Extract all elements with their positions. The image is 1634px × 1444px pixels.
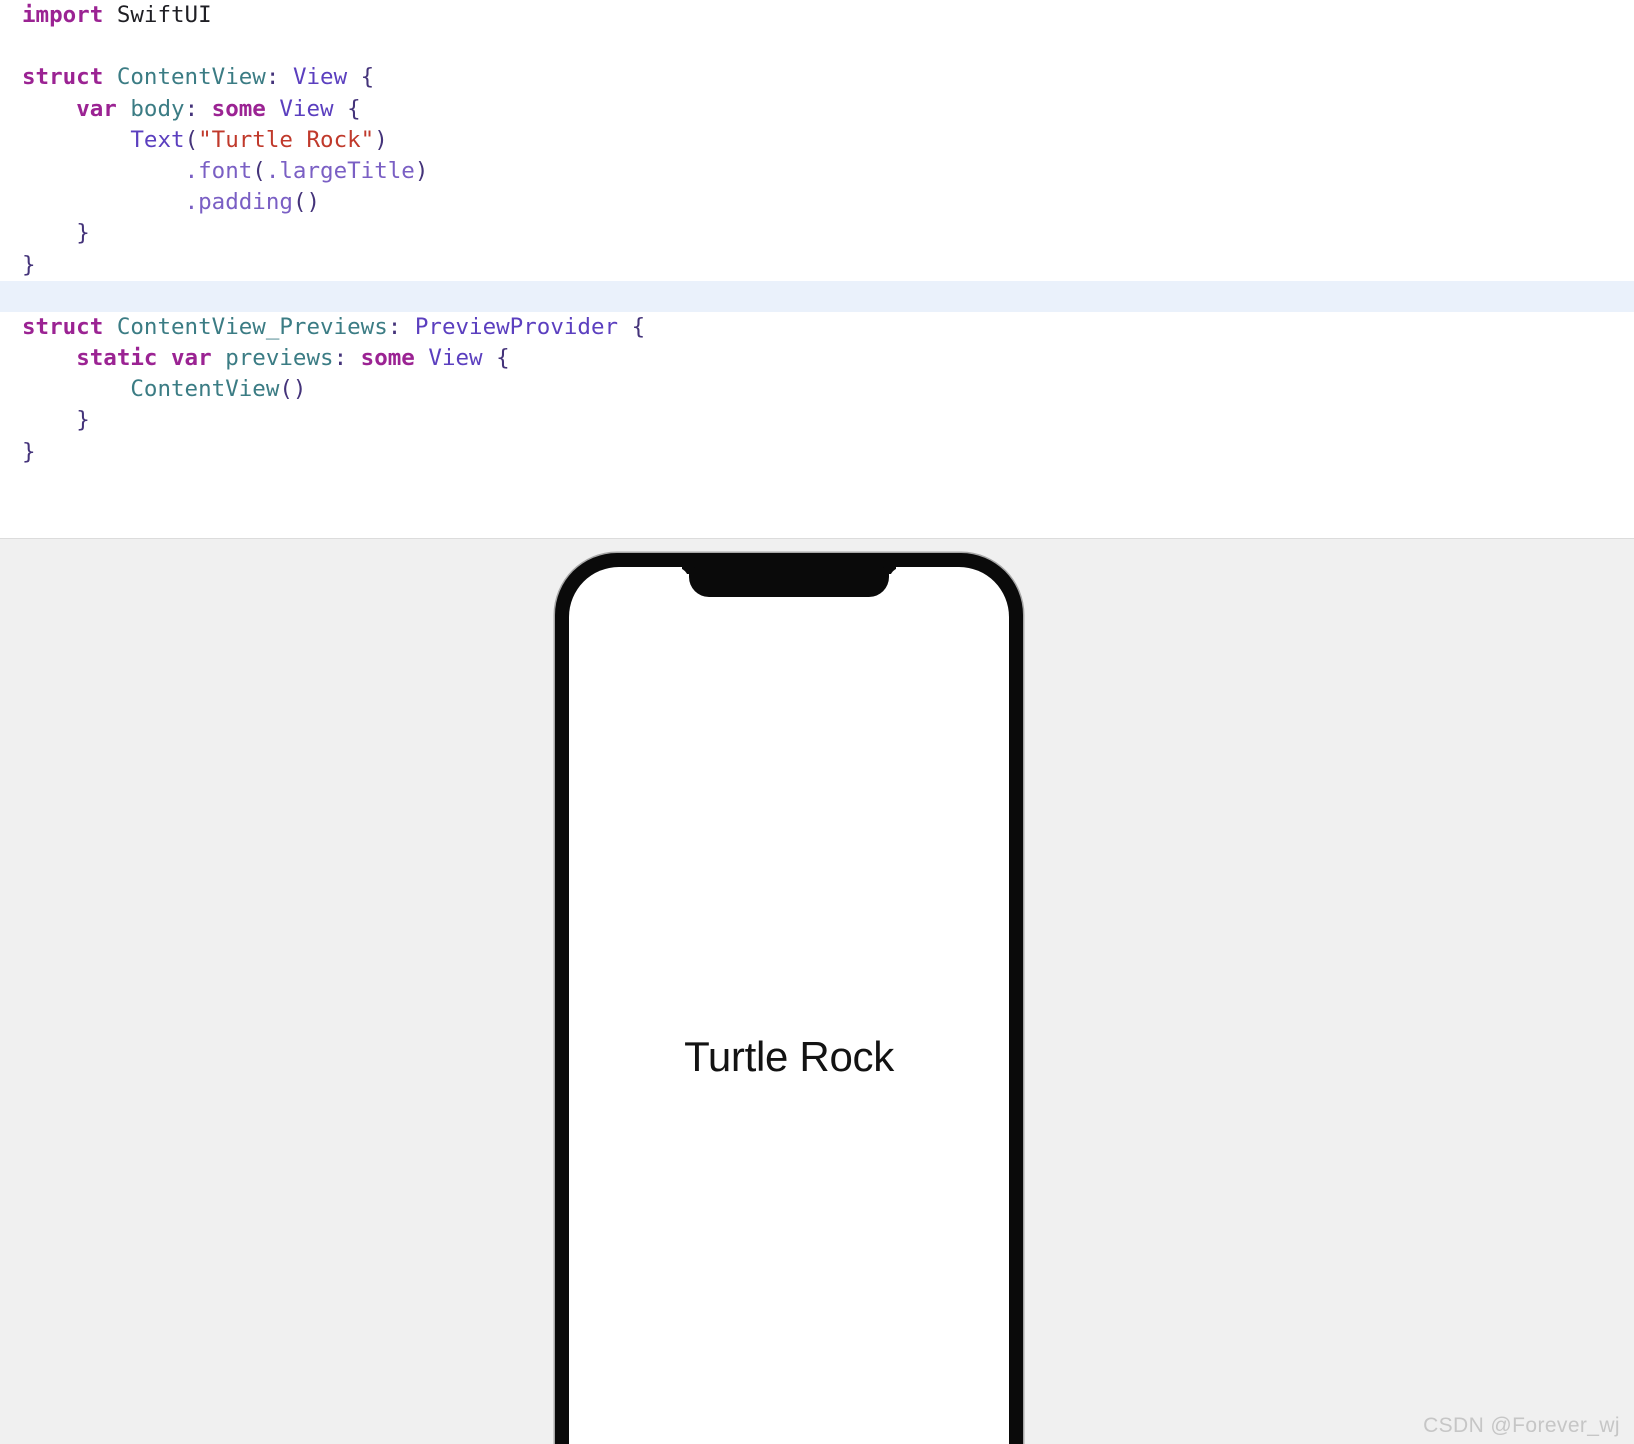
code-token-punct: : bbox=[387, 313, 402, 340]
code-token-punct: } bbox=[76, 220, 90, 247]
code-line[interactable]: Text("Turtle Rock") bbox=[0, 125, 1634, 156]
iphone-device-screen[interactable]: Turtle Rock bbox=[569, 567, 1009, 1444]
code-token-punct: } bbox=[22, 438, 36, 465]
code-token-type: body bbox=[130, 95, 185, 122]
code-token-punct: () bbox=[279, 376, 307, 403]
code-token-kw: some bbox=[360, 345, 415, 372]
code-token-ident: SwiftUI bbox=[116, 2, 212, 28]
csdn-watermark: CSDN @Forever_wj bbox=[1423, 1414, 1620, 1437]
code-token-punct: { bbox=[631, 313, 646, 340]
code-token-type: ContentView bbox=[116, 64, 266, 91]
code-token-kw: static bbox=[76, 345, 158, 372]
code-token-proto: View bbox=[292, 64, 348, 91]
code-token-method: .padding bbox=[184, 189, 293, 216]
code-token-punct: ( bbox=[252, 157, 266, 184]
code-line[interactable]: } bbox=[0, 250, 1634, 281]
code-token-kw: some bbox=[211, 95, 266, 122]
code-token-punct: : bbox=[265, 64, 280, 91]
code-token-method: .largeTitle bbox=[265, 157, 415, 184]
code-token-punct: ) bbox=[374, 126, 388, 153]
code-line[interactable]: static var previews: some View { bbox=[0, 343, 1634, 374]
code-token-punct: () bbox=[292, 189, 321, 216]
code-line[interactable] bbox=[0, 31, 1634, 62]
code-line[interactable]: } bbox=[0, 405, 1634, 436]
code-token-proto: View bbox=[279, 95, 334, 122]
code-token-type: previews bbox=[225, 345, 334, 372]
code-token-type: ContentView bbox=[130, 376, 280, 403]
code-token-kw: import bbox=[22, 2, 104, 28]
code-line[interactable]: struct ContentView: View { bbox=[0, 62, 1634, 93]
code-token-punct: } bbox=[22, 251, 36, 278]
code-token-type: ContentView_Previews bbox=[116, 313, 388, 340]
code-token-punct: { bbox=[347, 95, 361, 122]
code-token-str: "Turtle Rock" bbox=[198, 126, 375, 153]
code-line[interactable]: import SwiftUI bbox=[0, 0, 1634, 31]
code-token-punct: ( bbox=[184, 126, 199, 153]
code-token-kw: struct bbox=[22, 313, 104, 340]
code-token-punct: : bbox=[333, 345, 348, 372]
code-token-method: .font bbox=[184, 157, 253, 184]
code-token-punct: ) bbox=[414, 157, 429, 184]
code-token-proto: PreviewProvider bbox=[414, 313, 619, 340]
code-line[interactable]: ContentView() bbox=[0, 374, 1634, 405]
preview-title-text: Turtle Rock bbox=[684, 1033, 894, 1080]
code-editor-pane[interactable]: import SwiftUI struct ContentView: View … bbox=[0, 0, 1634, 538]
code-line[interactable] bbox=[0, 280, 1634, 312]
code-line[interactable]: .font(.largeTitle) bbox=[0, 156, 1634, 187]
code-lines-container[interactable]: import SwiftUI struct ContentView: View … bbox=[0, 0, 1634, 468]
code-line[interactable]: var body: some View { bbox=[0, 94, 1634, 125]
code-line[interactable]: } bbox=[0, 437, 1634, 468]
code-token-fn: Text bbox=[130, 126, 185, 153]
swiftui-preview-pane[interactable]: Turtle Rock CSDN @Forever_wj bbox=[0, 538, 1634, 1444]
code-token-kw: var bbox=[171, 345, 212, 372]
code-token-kw: var bbox=[76, 95, 117, 122]
code-token-kw: struct bbox=[22, 64, 104, 91]
code-line[interactable]: struct ContentView_Previews: PreviewProv… bbox=[0, 312, 1634, 343]
code-line[interactable]: } bbox=[0, 218, 1634, 249]
code-line[interactable]: .padding() bbox=[0, 187, 1634, 218]
code-token-punct: { bbox=[496, 345, 510, 372]
code-token-punct: : bbox=[184, 95, 199, 122]
iphone-device-frame: Turtle Rock bbox=[555, 553, 1023, 1444]
code-token-punct: } bbox=[76, 407, 90, 434]
code-token-punct: { bbox=[360, 64, 375, 91]
iphone-notch bbox=[689, 567, 889, 597]
code-token-proto: View bbox=[428, 345, 483, 372]
